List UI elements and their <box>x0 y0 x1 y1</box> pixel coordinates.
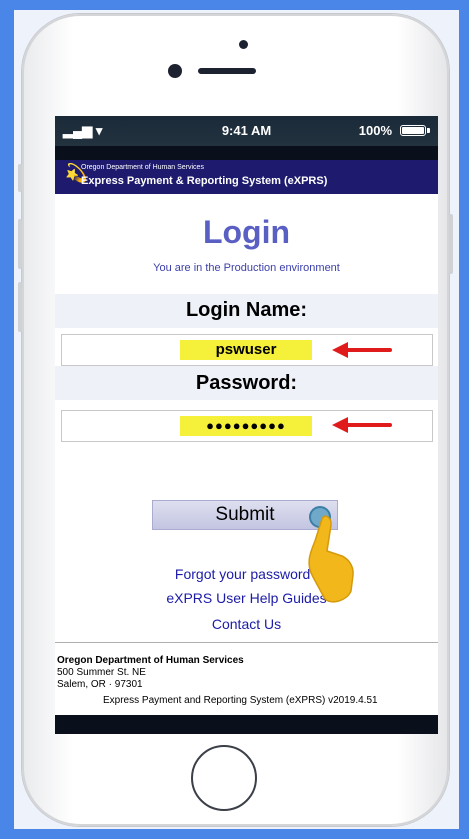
earpiece-speaker <box>198 68 256 74</box>
login-name-input[interactable]: pswuser <box>61 334 433 366</box>
footer-version: Express Payment and Reporting System (eX… <box>103 695 378 706</box>
battery-icon <box>400 125 426 136</box>
password-label: Password: <box>195 372 298 394</box>
app-header: 💫 Oregon Department of Human Services Ex… <box>55 160 438 194</box>
login-form: Login You are in the Production environm… <box>55 194 438 642</box>
red-arrow-icon <box>332 342 392 358</box>
battery-tip <box>427 128 430 133</box>
power-button <box>449 214 453 274</box>
pointing-hand-icon <box>308 506 354 603</box>
page-footer: Oregon Department of Human Services 500 … <box>55 642 438 715</box>
battery-percent: 100% <box>358 123 392 138</box>
forgot-password-link[interactable]: Forgot your password? <box>55 566 438 582</box>
footer-address-line2: Salem, OR · 97301 <box>57 679 143 690</box>
environment-notice: You are in the Production environment <box>153 262 340 274</box>
login-name-label: Login Name: <box>185 299 308 321</box>
volume-up-button <box>18 219 22 269</box>
red-arrow-icon <box>332 417 392 433</box>
password-input[interactable]: ●●●●●●●●● <box>61 410 433 442</box>
status-bar: ▂▄▆ ▾ 9:41 AM 100% <box>55 116 438 146</box>
page-title: Login <box>202 214 291 250</box>
home-button[interactable] <box>191 745 257 811</box>
contact-us-link[interactable]: Contact Us <box>55 616 438 632</box>
phone-screen: ▂▄▆ ▾ 9:41 AM 100% 💫 Oregon Department o… <box>55 116 438 734</box>
password-value: ●●●●●●●●● <box>180 416 312 436</box>
footer-department: Oregon Department of Human Services <box>57 655 244 666</box>
front-camera <box>168 64 182 78</box>
footer-address-line1: 500 Summer St. NE <box>57 667 146 678</box>
volume-down-button <box>18 282 22 332</box>
header-system-name: Express Payment & Reporting System (eXPR… <box>81 175 328 187</box>
proximity-sensor <box>239 40 248 49</box>
login-name-value: pswuser <box>180 340 312 360</box>
help-guides-link[interactable]: eXPRS User Help Guides <box>55 590 438 606</box>
mute-switch <box>18 164 22 192</box>
header-department: Oregon Department of Human Services <box>81 164 204 171</box>
